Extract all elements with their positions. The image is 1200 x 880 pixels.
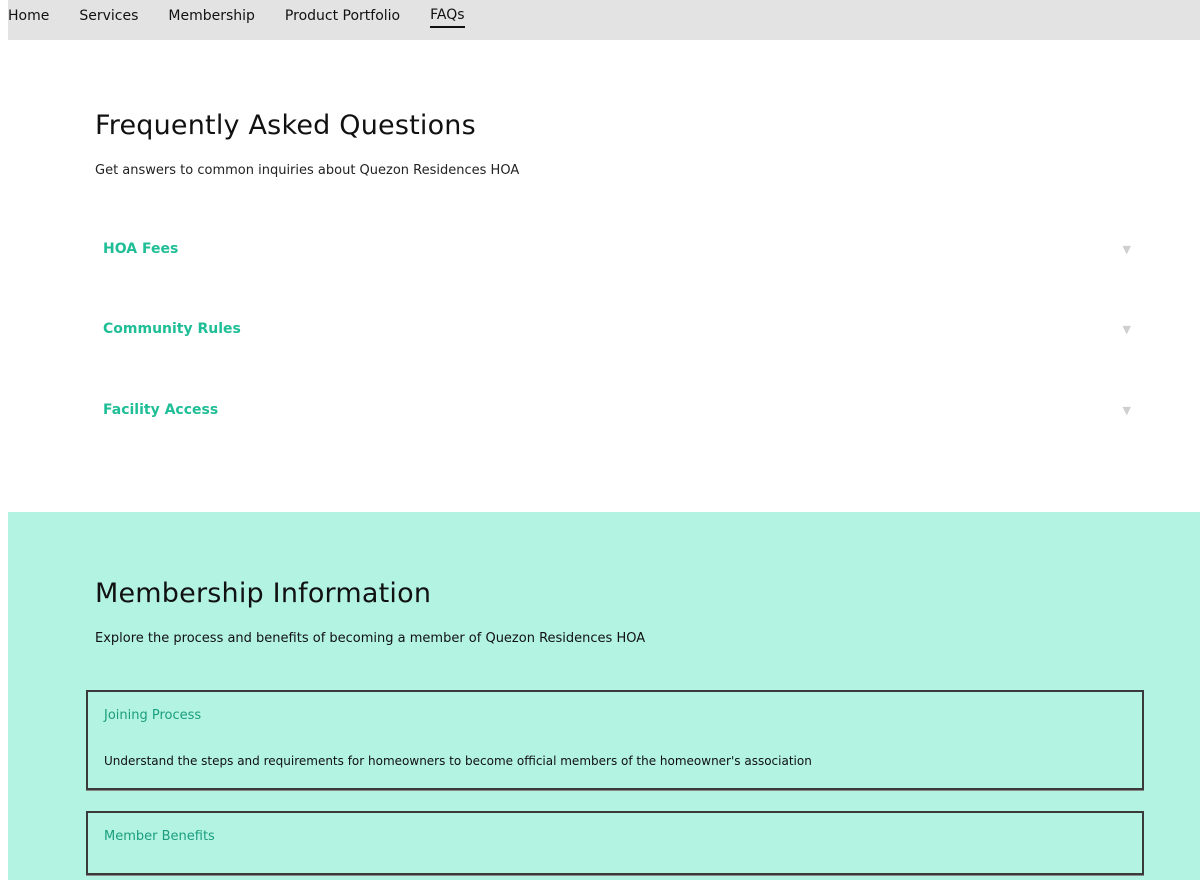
chevron-down-icon: ▼: [1122, 323, 1131, 336]
membership-subtitle: Explore the process and benefits of beco…: [95, 631, 646, 646]
chevron-down-icon: ▼: [1122, 243, 1131, 256]
nav-link-home[interactable]: Home: [8, 6, 49, 27]
card-title: Joining Process: [104, 708, 202, 723]
nav-link-faqs[interactable]: FAQs: [430, 5, 465, 28]
chevron-down-icon: ▼: [1122, 404, 1131, 417]
top-navigation-bar: Home Services Membership Product Portfol…: [8, 0, 1200, 40]
faq-item-facility-access[interactable]: Facility Access ▼: [95, 402, 1135, 462]
nav-link-services[interactable]: Services: [79, 6, 138, 27]
membership-card-joining-process[interactable]: Joining Process Understand the steps and…: [86, 690, 1144, 790]
membership-heading: Membership Information: [95, 578, 432, 609]
faq-item-hoa-fees[interactable]: HOA Fees ▼: [95, 241, 1135, 301]
faq-subtitle: Get answers to common inquiries about Qu…: [95, 163, 520, 178]
faq-question: Community Rules: [103, 321, 241, 337]
card-text: Understand the steps and requirements fo…: [104, 754, 812, 768]
faq-item-community-rules[interactable]: Community Rules ▼: [95, 321, 1135, 381]
membership-section: Membership Information Explore the proce…: [8, 512, 1200, 880]
card-title: Member Benefits: [104, 829, 215, 844]
nav-link-membership[interactable]: Membership: [168, 6, 255, 27]
faq-question: HOA Fees: [103, 241, 179, 257]
faq-section: Frequently Asked Questions Get answers t…: [0, 40, 1200, 512]
nav-link-product-portfolio[interactable]: Product Portfolio: [285, 6, 400, 27]
faq-question: Facility Access: [103, 402, 219, 418]
main-nav: Home Services Membership Product Portfol…: [8, 0, 495, 32]
faq-heading: Frequently Asked Questions: [95, 110, 476, 141]
membership-card-member-benefits[interactable]: Member Benefits: [86, 811, 1144, 875]
